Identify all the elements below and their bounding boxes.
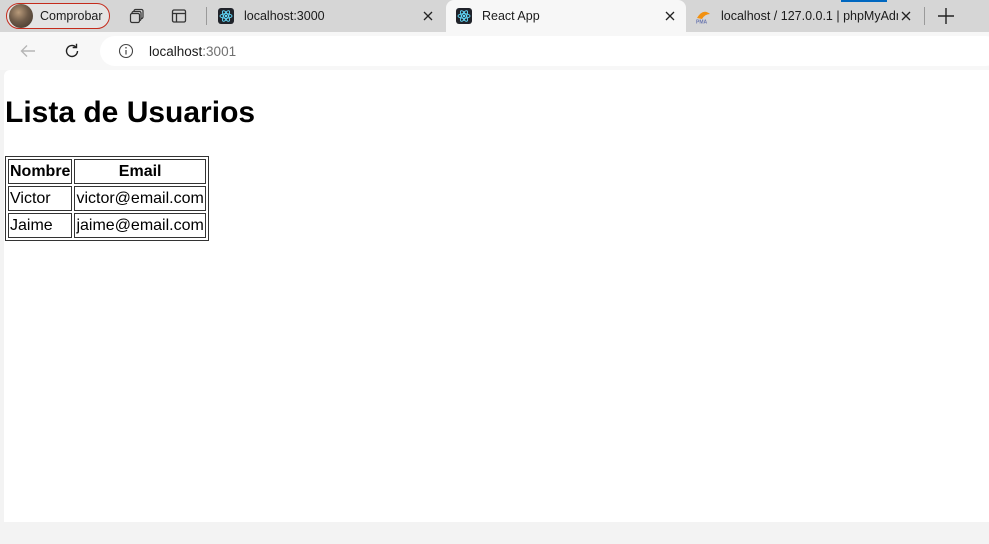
react-icon bbox=[456, 8, 472, 24]
new-tab-icon[interactable] bbox=[936, 6, 956, 26]
cell-email: jaime@email.com bbox=[74, 213, 206, 238]
profile-label: Comprobar bbox=[40, 9, 103, 23]
refresh-icon[interactable] bbox=[63, 42, 81, 60]
tab-title: React App bbox=[482, 9, 540, 23]
url-host: localhost bbox=[149, 43, 203, 59]
tab-title: localhost / 127.0.0.1 | phpMyAdmin bbox=[721, 9, 898, 23]
column-header-nombre: Nombre bbox=[8, 159, 73, 184]
back-arrow-icon[interactable] bbox=[19, 42, 37, 60]
cell-nombre: Victor bbox=[8, 186, 73, 211]
page-viewport: Lista de Usuarios Nombre Email Victor vi… bbox=[4, 70, 989, 522]
info-icon[interactable] bbox=[118, 43, 134, 59]
close-icon[interactable] bbox=[898, 8, 914, 24]
close-icon[interactable] bbox=[420, 8, 436, 24]
tab-title: localhost:3000 bbox=[244, 9, 325, 23]
users-table: Nombre Email Victor victor@email.com Jai… bbox=[5, 156, 209, 241]
svg-text:PMA: PMA bbox=[696, 20, 708, 25]
table-row: Victor victor@email.com bbox=[8, 186, 206, 211]
profile-button[interactable]: Comprobar bbox=[6, 3, 110, 29]
tab-localhost-3000[interactable]: localhost:3000 bbox=[204, 0, 444, 32]
phpmyadmin-icon: PMA bbox=[696, 11, 710, 25]
tab-strip: Comprobar localhost:3000 React App PMA l… bbox=[0, 0, 989, 32]
tab-separator bbox=[924, 7, 925, 25]
navigation-toolbar: localhost:3001 bbox=[0, 32, 989, 70]
close-icon[interactable] bbox=[662, 8, 678, 24]
cell-email: victor@email.com bbox=[74, 186, 206, 211]
workspaces-icon[interactable] bbox=[129, 8, 145, 24]
table-header-row: Nombre Email bbox=[8, 159, 206, 184]
address-bar[interactable]: localhost:3001 bbox=[100, 36, 989, 66]
url-port: :3001 bbox=[202, 43, 237, 59]
react-icon bbox=[218, 8, 234, 24]
avatar bbox=[9, 4, 33, 28]
table-row: Jaime jaime@email.com bbox=[8, 213, 206, 238]
column-header-email: Email bbox=[74, 159, 206, 184]
tab-phpmyadmin[interactable]: PMA localhost / 127.0.0.1 | phpMyAdmin bbox=[686, 0, 922, 32]
vertical-tabs-icon[interactable] bbox=[171, 8, 187, 24]
tab-react-app[interactable]: React App bbox=[446, 0, 686, 32]
page-title: Lista de Usuarios bbox=[5, 96, 256, 129]
url-text: localhost:3001 bbox=[149, 44, 236, 59]
cell-nombre: Jaime bbox=[8, 213, 73, 238]
